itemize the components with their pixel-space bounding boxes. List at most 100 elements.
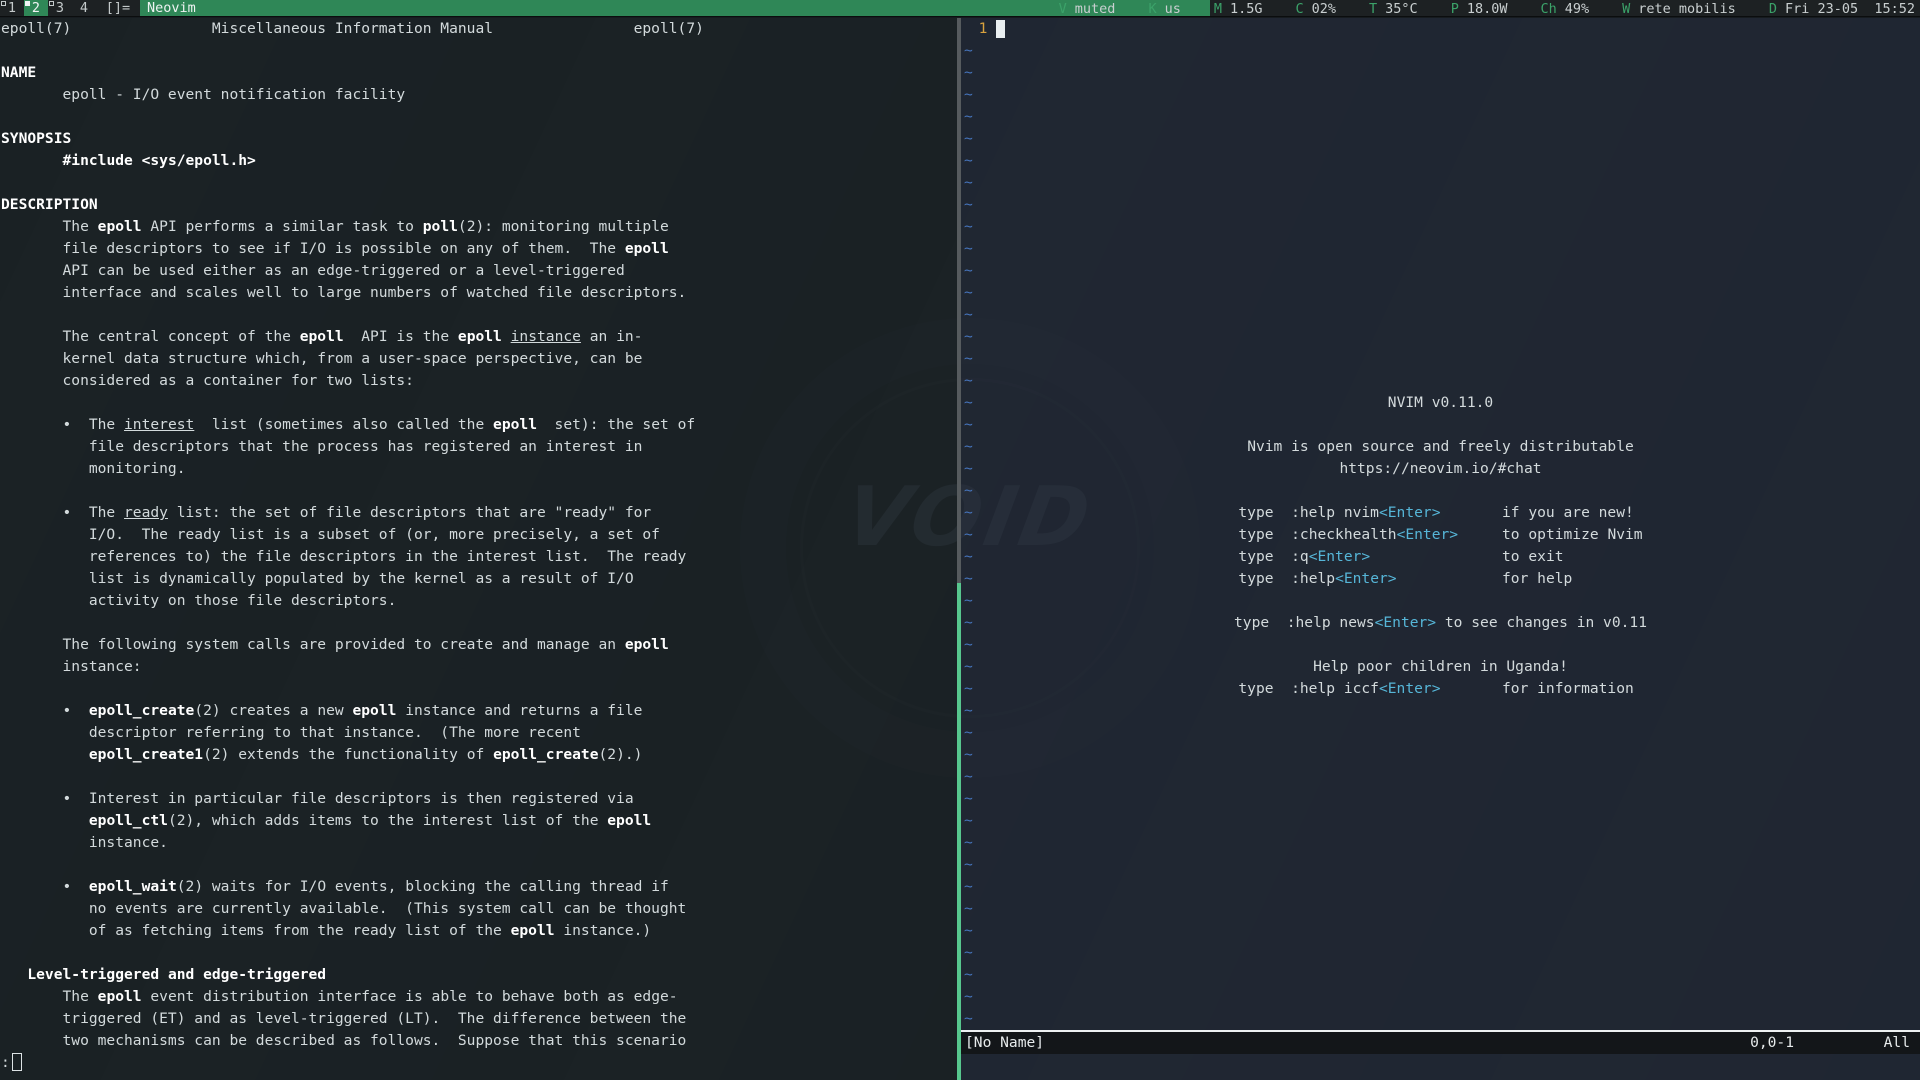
tilde-row: ~ <box>964 766 973 788</box>
tilde-row: ~ <box>964 348 973 370</box>
status-item-ch: Ch49% <box>1540 1 1589 17</box>
tilde-row: ~ <box>964 854 973 876</box>
tilde-row: ~ <box>964 326 973 348</box>
pager-prompt-line: : <box>0 1052 957 1074</box>
man-line: interface and scales well to large numbe… <box>0 282 957 304</box>
tilde-row: ~ <box>964 898 973 920</box>
man-line: #include <sys/epoll.h> <box>0 150 957 172</box>
tilde-row: ~ <box>964 194 973 216</box>
status-item-k: Kus <box>1148 1 1180 17</box>
layout-symbol[interactable]: []= <box>96 0 140 16</box>
tilde-row: ~ <box>964 744 973 766</box>
man-line: activity on those file descriptors. <box>0 590 957 612</box>
tilde-row: ~ <box>964 62 973 84</box>
tilde-row: ~ <box>964 480 973 502</box>
tilde-row: ~ <box>964 634 973 656</box>
status-item-v: Vmuted <box>1059 1 1116 17</box>
tilde-row: ~ <box>964 84 973 106</box>
man-line <box>0 612 957 634</box>
man-line <box>0 304 957 326</box>
tilde-row: ~ <box>964 986 973 1008</box>
tilde-row: ~ <box>964 238 973 260</box>
man-line <box>0 172 957 194</box>
terminal-manpage-window[interactable]: epoll(7) Miscellaneous Information Manua… <box>0 18 957 1080</box>
man-line: The epoll event distribution interface i… <box>0 986 957 1008</box>
man-line: considered as a container for two lists: <box>0 370 957 392</box>
splash-line: type :help<Enter> for help <box>961 568 1920 590</box>
man-line: NAME <box>0 62 957 84</box>
man-line <box>0 678 957 700</box>
splash-line: Nvim is open source and freely distribut… <box>961 436 1920 458</box>
tilde-row: ~ <box>964 590 973 612</box>
tilde-row: ~ <box>964 40 973 62</box>
man-line: monitoring. <box>0 458 957 480</box>
man-line: The epoll API performs a similar task to… <box>0 216 957 238</box>
man-line <box>0 854 957 876</box>
tilde-row: ~ <box>964 106 973 128</box>
man-line <box>0 106 957 128</box>
scroll-indicator: All <box>1884 1032 1910 1054</box>
workspace-tag-3[interactable]: 3 <box>48 0 72 16</box>
tilde-row: ~ <box>964 722 973 744</box>
terminal-cursor <box>12 1053 22 1071</box>
man-line: instance: <box>0 656 957 678</box>
man-line: file descriptors that the process has re… <box>0 436 957 458</box>
man-line: instance. <box>0 832 957 854</box>
man-line: DESCRIPTION <box>0 194 957 216</box>
splash-line: type :checkhealth<Enter> to optimize Nvi… <box>961 524 1920 546</box>
man-line: SYNOPSIS <box>0 128 957 150</box>
man-line: • The ready list: the set of file descri… <box>0 502 957 524</box>
status-modules: VmutedKusM1.5GC02%T35°CP18.0WCh49%Wrete … <box>1059 0 1915 17</box>
desktop-screen: 1234 []= Neovim VmutedKusM1.5GC02%T35°CP… <box>0 0 1920 1080</box>
pager-prompt: : <box>1 1054 10 1071</box>
splash-line: NVIM v0.11.0 <box>961 392 1920 414</box>
man-line: no events are currently available. (This… <box>0 898 957 920</box>
tilde-row: ~ <box>964 414 973 436</box>
tilde-row: ~ <box>964 150 973 172</box>
man-line: epoll - I/O event notification facility <box>0 84 957 106</box>
tilde-row: ~ <box>964 128 973 150</box>
tilde-row: ~ <box>964 788 973 810</box>
workspace-tag-2[interactable]: 2 <box>24 0 48 16</box>
tilde-row: ~ <box>964 304 973 326</box>
man-line: descriptor referring to that instance. (… <box>0 722 957 744</box>
workspace-tag-1[interactable]: 1 <box>0 0 24 16</box>
status-item-d: DFri 23-05 15:52 <box>1769 1 1915 17</box>
splash-line: type :help news<Enter> to see changes in… <box>961 612 1920 634</box>
buffer-name: [No Name] <box>965 1032 1044 1054</box>
man-line <box>0 40 957 62</box>
man-line: • epoll_create(2) creates a new epoll in… <box>0 700 957 722</box>
splash-line: type :help nvim<Enter> if you are new! <box>961 502 1920 524</box>
man-line: kernel data structure which, from a user… <box>0 348 957 370</box>
splash-line: type :q<Enter> to exit <box>961 546 1920 568</box>
tilde-row: ~ <box>964 370 973 392</box>
man-line: of as fetching items from the ready list… <box>0 920 957 942</box>
man-line: • The interest list (sometimes also call… <box>0 414 957 436</box>
status-item-m: M1.5G <box>1214 1 1263 17</box>
workspace-tags: 1234 <box>0 0 96 16</box>
nvim-cursor <box>996 20 1005 38</box>
tilde-row: ~ <box>964 260 973 282</box>
man-line: The following system calls are provided … <box>0 634 957 656</box>
man-line: • Interest in particular file descriptor… <box>0 788 957 810</box>
cursor-position: 0,0-1 <box>1750 1032 1794 1054</box>
neovim-window[interactable]: 1 ~~~~~~~~~~~~~~~~~~~~~~~~~~~~~~~~~~~~~~… <box>961 18 1920 1080</box>
tilde-row: ~ <box>964 876 973 898</box>
man-line: API can be used either as an edge-trigge… <box>0 260 957 282</box>
man-line <box>0 942 957 964</box>
man-line: • epoll_wait(2) waits for I/O events, bl… <box>0 876 957 898</box>
status-item-c: C02% <box>1296 1 1337 17</box>
workspace-tag-4[interactable]: 4 <box>72 0 96 16</box>
man-line: epoll(7) Miscellaneous Information Manua… <box>0 18 957 40</box>
tilde-row: ~ <box>964 832 973 854</box>
buffer-line-1: 1 <box>961 18 996 40</box>
man-line: two mechanisms can be described as follo… <box>0 1030 957 1052</box>
tilde-row: ~ <box>964 920 973 942</box>
splash-line: type :help iccf<Enter> for information <box>961 678 1920 700</box>
man-line: references to) the file descriptors in t… <box>0 546 957 568</box>
tilde-row: ~ <box>964 810 973 832</box>
man-line: triggered (ET) and as level-triggered (L… <box>0 1008 957 1030</box>
tilde-row: ~ <box>964 1008 973 1030</box>
focused-window-title: Neovim <box>140 0 1210 16</box>
man-line: The central concept of the epoll API is … <box>0 326 957 348</box>
